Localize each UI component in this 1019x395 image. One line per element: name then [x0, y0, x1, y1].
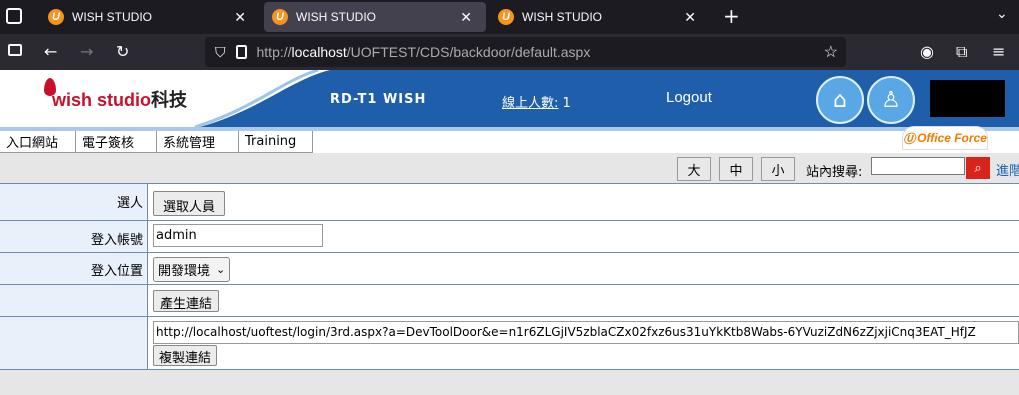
favicon-icon: U	[498, 9, 514, 25]
bookmark-star-icon[interactable]: ☆	[824, 42, 838, 62]
forward-icon[interactable]: →	[80, 42, 93, 61]
select-person-cell: 選取人員	[148, 184, 1019, 220]
browser-tab-2[interactable]: U WISH STUDIO ✕	[264, 2, 486, 32]
browser-nav-bar: ← → ↻ ⛉ http://localhost/UOFTEST/CDS/bac…	[0, 34, 1019, 70]
location-row: 登入位置 開發環境 ⌄	[0, 253, 1019, 285]
link-row: http://localhost/uoftest/login/3rd.aspx?…	[0, 317, 1019, 370]
favicon-icon: U	[272, 9, 288, 25]
link-label	[0, 317, 148, 369]
close-tab-icon[interactable]: ✕	[234, 9, 246, 26]
user-profile-icon[interactable]: ♙	[867, 76, 915, 124]
location-cell: 開發環境 ⌄	[148, 253, 1019, 284]
location-label: 登入位置	[0, 253, 148, 284]
menu-icon[interactable]: ≡	[992, 42, 1005, 61]
font-large-button[interactable]: 大	[677, 157, 711, 181]
new-tab-icon[interactable]: +	[723, 4, 740, 28]
address-bar[interactable]: ⛉ http://localhost/UOFTEST/CDS/backdoor/…	[205, 37, 846, 67]
site-logo[interactable]: wish studio科技	[52, 86, 187, 112]
url-prefix: http://	[256, 44, 292, 60]
generate-row: 產生連結	[0, 285, 1019, 317]
search-label: 站內搜尋:	[806, 165, 863, 180]
search-icon[interactable]: ⌕	[966, 157, 990, 179]
menu-training[interactable]: Training	[239, 131, 313, 153]
url-text: http://localhost/UOFTEST/CDS/backdoor/de…	[257, 44, 591, 60]
tab-list-chevron-icon[interactable]: ⌄	[996, 6, 1008, 22]
menu-portal[interactable]: 入口網站	[0, 131, 76, 153]
online-users: 線上人數: 1	[502, 92, 571, 111]
logo-cn: 科技	[151, 90, 187, 110]
page-info-icon[interactable]	[235, 45, 247, 59]
favicon-icon: U	[48, 9, 64, 25]
chevron-down-icon: ⌄	[216, 263, 226, 276]
home-icon[interactable]: ⌂	[816, 76, 864, 124]
font-small-button[interactable]: 小	[761, 157, 795, 181]
tab-title: WISH STUDIO	[72, 10, 152, 24]
select-person-label: 選人	[0, 184, 148, 220]
generate-label	[0, 285, 148, 316]
location-selected-value: 開發環境	[158, 264, 211, 279]
office-force-text: Office Force	[917, 131, 987, 145]
select-person-row: 選人 選取人員	[0, 184, 1019, 221]
logout-link[interactable]: Logout	[666, 89, 712, 106]
logo-brand: wish studio	[52, 90, 151, 110]
font-medium-button[interactable]: 中	[719, 157, 753, 181]
tab-title: WISH STUDIO	[296, 10, 376, 24]
page-content: wish studio科技 RD-T1 WISH 線上人數: 1 Logout …	[0, 70, 1019, 395]
account-label: 登入帳號	[0, 221, 148, 252]
location-select[interactable]: 開發環境 ⌄	[153, 257, 231, 282]
office-force-logo: Ⓤ Office Force	[902, 126, 988, 150]
account-cell: admin	[148, 221, 1019, 252]
generate-link-button[interactable]: 產生連結	[153, 290, 220, 312]
account-icon[interactable]: ◉	[920, 42, 934, 61]
login-form: 選人 選取人員 登入帳號 admin 登入位置 開發環境 ⌄ 產生連結 http…	[0, 183, 1019, 370]
menu-e-sign[interactable]: 電子簽核	[76, 131, 157, 153]
toolbar: 大 中 小 站內搜尋: ⌕ 進階	[0, 153, 1019, 183]
select-person-button[interactable]: 選取人員	[153, 191, 226, 216]
extensions-icon[interactable]: ⧉	[956, 42, 967, 62]
shield-icon[interactable]: ⛉	[215, 44, 226, 61]
generate-cell: 產生連結	[148, 285, 1019, 316]
advanced-search-link[interactable]: 進階	[996, 160, 1019, 179]
link-cell: http://localhost/uoftest/login/3rd.aspx?…	[148, 317, 1019, 369]
copy-link-button[interactable]: 複製連結	[153, 345, 218, 366]
main-menu: 入口網站 電子簽核 系統管理 Training	[0, 131, 1019, 153]
search-input[interactable]	[871, 157, 965, 175]
online-users-count: 1	[562, 96, 571, 111]
account-input[interactable]: admin	[153, 224, 323, 247]
close-tab-icon[interactable]: ✕	[684, 9, 696, 26]
url-path: /UOFTEST/CDS/backdoor/default.aspx	[346, 44, 591, 60]
generated-link-field[interactable]: http://localhost/uoftest/login/3rd.aspx?…	[153, 321, 1019, 344]
account-row: 登入帳號 admin	[0, 221, 1019, 253]
tab-title: WISH STUDIO	[522, 10, 602, 24]
menu-system-admin[interactable]: 系統管理	[157, 131, 239, 153]
browser-tab-1[interactable]: U WISH STUDIO ✕	[44, 0, 260, 34]
browser-tab-3[interactable]: U WISH STUDIO ✕	[494, 0, 710, 34]
site-header: wish studio科技 RD-T1 WISH 線上人數: 1 Logout …	[0, 70, 1019, 127]
reload-icon[interactable]: ↻	[116, 42, 129, 61]
sidebar-toggle-icon[interactable]	[8, 41, 22, 60]
online-users-link[interactable]: 線上人數:	[502, 96, 558, 111]
redacted-user-area	[930, 80, 1005, 117]
browser-tab-bar: U WISH STUDIO ✕ U WISH STUDIO ✕ U WISH S…	[0, 0, 1019, 34]
url-host: localhost	[291, 44, 347, 60]
logo-area: wish studio科技	[0, 70, 330, 127]
close-tab-icon[interactable]: ✕	[460, 9, 472, 26]
back-icon[interactable]: ←	[44, 42, 57, 61]
system-title: RD-T1 WISH	[330, 92, 427, 107]
tab-overview-icon[interactable]	[6, 8, 22, 24]
